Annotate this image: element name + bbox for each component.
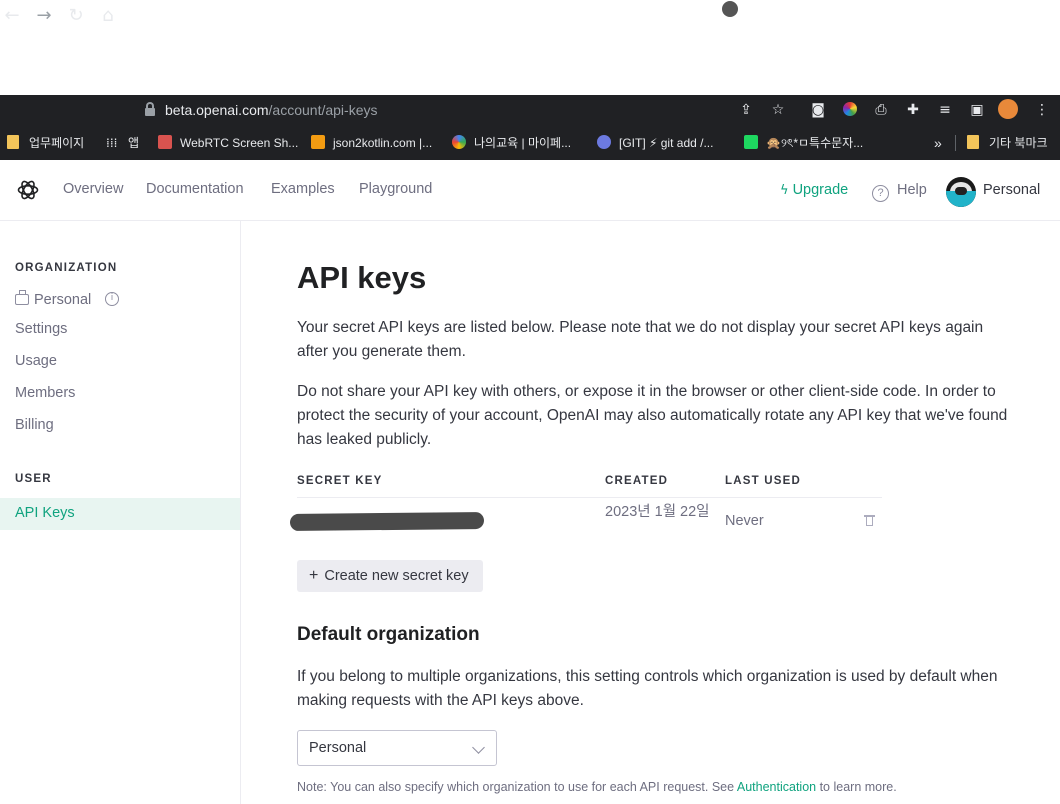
bookmark-apps[interactable]: ⁞⁞⁞ 앱: [106, 134, 139, 152]
default-organization-selected: Personal: [309, 740, 367, 756]
upgrade-button[interactable]: ϟ Upgrade: [780, 182, 848, 198]
sidebar-item-billing[interactable]: Billing: [15, 417, 54, 433]
bookmark-folder-work[interactable]: 업무페이지: [7, 134, 84, 152]
share-icon[interactable]: ⇪: [735, 99, 757, 121]
profile-avatar-icon[interactable]: [997, 99, 1019, 121]
mouse-cursor: [722, 1, 738, 17]
redacted-secret-key: [289, 511, 485, 532]
bookmark-git[interactable]: [GIT] ⚡ git add /...: [597, 134, 713, 152]
note-text: Note: You can also specify which organiz…: [297, 780, 897, 794]
forward-arrow-icon[interactable]: →: [32, 4, 56, 28]
bookmarks-divider: [955, 135, 956, 151]
url-text[interactable]: beta.openai.com/account/api-keys: [165, 102, 377, 118]
trash-icon[interactable]: [864, 514, 875, 526]
color-picker-icon[interactable]: [839, 99, 861, 121]
lightning-icon: ϟ: [780, 183, 789, 198]
kotlin-favicon-icon: [311, 135, 325, 149]
nav-playground[interactable]: Playground: [359, 181, 432, 197]
reading-list-icon[interactable]: ≡: [934, 99, 956, 121]
key-created-date: 2023년 1월 22일: [605, 504, 710, 520]
reload-icon[interactable]: ↻: [64, 4, 88, 28]
folder-icon: [967, 135, 979, 149]
bookmark-folder-other[interactable]: 기타 북마크: [967, 134, 1048, 152]
apps-grid-icon: ⁞⁞⁞: [106, 136, 118, 150]
default-organization-description: If you belong to multiple organizations,…: [297, 668, 998, 709]
bookmark-special-chars[interactable]: 🙊୨ৎ*ㅁ특수문자...: [744, 134, 863, 152]
table-divider: [297, 497, 882, 498]
authentication-link[interactable]: Authentication: [737, 780, 816, 794]
side-panel-icon[interactable]: ▣: [966, 99, 988, 121]
sidebar-heading-organization: ORGANIZATION: [15, 262, 118, 274]
column-header-last-used: LAST USED: [725, 475, 801, 487]
sidebar-org-personal[interactable]: Personal: [15, 290, 91, 308]
default-organization-heading: Default organization: [297, 624, 480, 645]
avatar[interactable]: [946, 177, 976, 207]
bookmark-webrtc[interactable]: WebRTC Screen Sh...: [158, 134, 298, 152]
bookmarks-overflow-button[interactable]: »: [934, 134, 942, 152]
column-header-secret-key: SECRET KEY: [297, 475, 383, 487]
create-new-secret-key-button[interactable]: + Create new secret key: [297, 560, 483, 592]
info-icon[interactable]: i: [105, 292, 119, 306]
nav-examples[interactable]: Examples: [271, 181, 335, 197]
default-organization-select[interactable]: Personal: [297, 730, 497, 766]
page-title: API keys: [297, 260, 427, 295]
plus-icon: +: [309, 567, 319, 584]
openai-logo-icon[interactable]: [16, 178, 40, 202]
cat-favicon-icon: [158, 135, 172, 149]
lock-icon[interactable]: [145, 102, 155, 116]
nav-overview[interactable]: Overview: [63, 181, 123, 197]
sidebar-item-api-keys-label[interactable]: API Keys: [15, 505, 75, 521]
briefcase-icon: [15, 290, 29, 305]
account-menu-label[interactable]: Personal: [983, 182, 1040, 198]
home-icon[interactable]: ⌂: [96, 4, 120, 28]
url-path: /account/api-keys: [268, 102, 378, 118]
sidebar-heading-user: USER: [15, 473, 52, 485]
folder-icon: [7, 135, 19, 149]
heart-favicon-icon: [744, 135, 758, 149]
git-favicon-icon: [597, 135, 611, 149]
bookmark-json2kotlin[interactable]: json2kotlin.com |...: [311, 134, 432, 152]
url-host: beta.openai.com: [165, 102, 269, 118]
key-last-used: Never: [725, 513, 764, 529]
extensions-puzzle-icon[interactable]: ✚: [902, 99, 924, 121]
help-button[interactable]: ? Help: [872, 182, 927, 202]
bookmark-education[interactable]: 나의교육 | 마이페...: [452, 134, 571, 152]
chrome-menu-icon[interactable]: ⋮: [1031, 99, 1053, 121]
security-paragraph: Do not share your API key with others, o…: [297, 383, 1008, 448]
printer-icon[interactable]: ⎙: [870, 99, 892, 121]
sidebar-item-settings[interactable]: Settings: [15, 321, 67, 337]
bookmark-star-icon[interactable]: ☆: [767, 99, 789, 121]
question-circle-icon: ?: [872, 185, 889, 202]
screen-top-area: [0, 0, 1060, 95]
intro-paragraph: Your secret API keys are listed below. P…: [297, 319, 984, 360]
circle-favicon-icon: [452, 135, 466, 149]
camera-icon[interactable]: ◙: [807, 99, 829, 121]
sidebar-item-members[interactable]: Members: [15, 385, 75, 401]
column-header-created: CREATED: [605, 475, 669, 487]
sidebar-item-usage[interactable]: Usage: [15, 353, 57, 369]
nav-documentation[interactable]: Documentation: [146, 181, 244, 197]
back-arrow-icon[interactable]: ←: [0, 4, 24, 28]
